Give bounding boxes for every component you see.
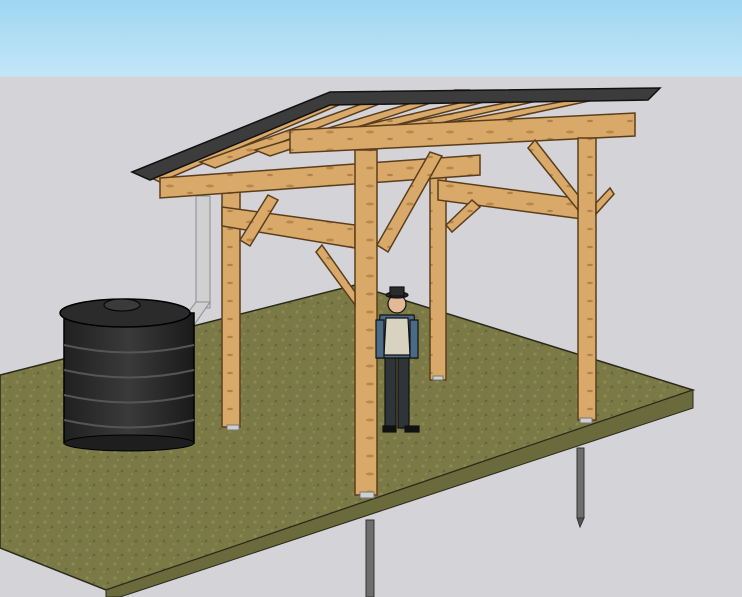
scene-canvas: [0, 87, 696, 597]
water-tank: [59, 298, 195, 452]
3d-viewport[interactable]: [0, 0, 742, 597]
